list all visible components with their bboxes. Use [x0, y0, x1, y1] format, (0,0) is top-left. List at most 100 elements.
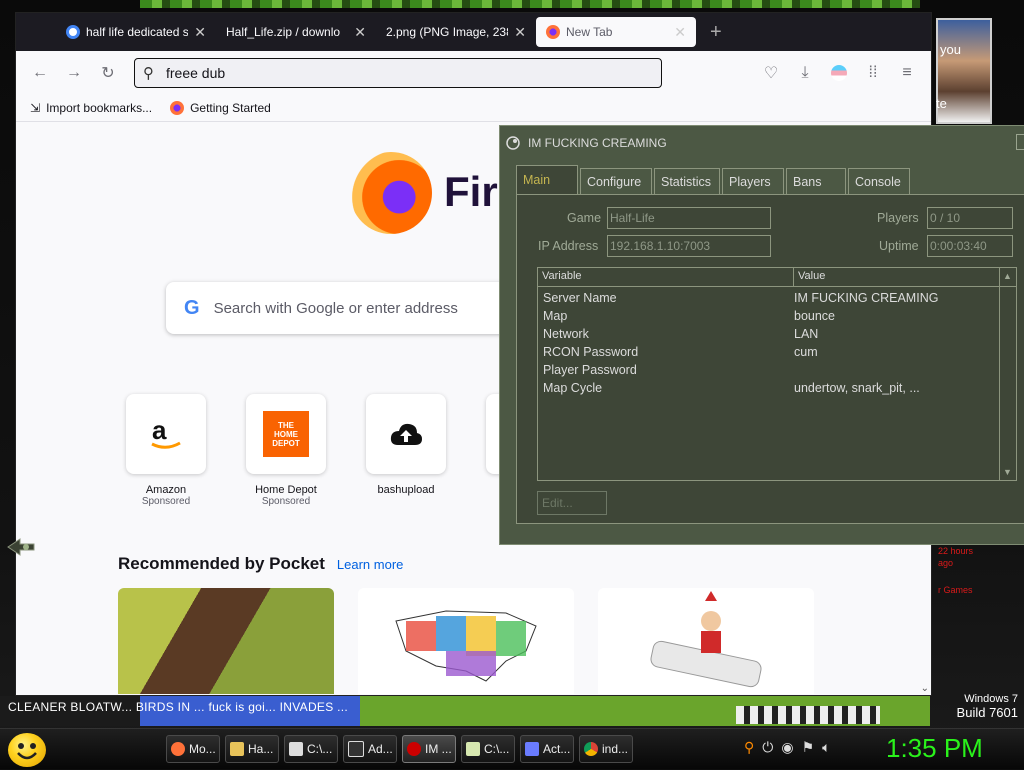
- variable-value: IM FUCKING CREAMING: [794, 291, 939, 305]
- extension-icon[interactable]: ⁞⁞: [859, 59, 887, 87]
- top-site-home-depot[interactable]: THE HOME DEPOT Home Depot Sponsored: [246, 394, 326, 507]
- game-field: Half-Life: [607, 207, 771, 229]
- taskbar-item-firefox[interactable]: Mo...: [166, 735, 220, 763]
- smiley-icon: [17, 743, 37, 760]
- players-label: Players: [877, 211, 919, 225]
- close-icon[interactable]: ✕: [354, 24, 366, 41]
- newtab-search-box[interactable]: G Search with Google or enter address: [166, 282, 526, 334]
- tab-png-image[interactable]: 2.png (PNG Image, 238 × 1 ✕: [376, 13, 536, 51]
- scroll-up-icon[interactable]: ▲: [1003, 271, 1012, 281]
- firefox-logo-icon: [350, 152, 432, 234]
- back-icon[interactable]: ←: [26, 59, 54, 87]
- desktop-banner-strip: [140, 0, 920, 8]
- table-row[interactable]: Map Cycle undertow, snark_pit, ...: [538, 379, 1016, 397]
- learn-more-link[interactable]: Learn more: [337, 557, 403, 572]
- tab-title: half life dedicated serv: [86, 25, 189, 39]
- top-site-amazon[interactable]: a Amazon Sponsored: [126, 394, 206, 507]
- taskbar-item-action-center[interactable]: Act...: [520, 735, 574, 763]
- downloads-icon[interactable]: ⤓: [791, 59, 819, 87]
- uptime-field: 0:00:03:40: [927, 235, 1013, 257]
- bookmark-label: Getting Started: [190, 101, 271, 115]
- network-icon[interactable]: ⏻: [762, 739, 773, 756]
- account-icon[interactable]: [825, 59, 853, 87]
- ip-address-label: IP Address: [538, 239, 599, 253]
- taskbar-item-server[interactable]: IM ...: [402, 735, 456, 763]
- start-button[interactable]: [8, 733, 46, 767]
- variable-name: RCON Password: [543, 345, 639, 359]
- pocket-card-image[interactable]: [358, 588, 574, 694]
- pocket-icon[interactable]: ♡: [757, 59, 785, 87]
- table-scrollbar[interactable]: ▲ ▼: [999, 268, 1016, 480]
- tab-main[interactable]: Main: [516, 165, 578, 194]
- table-row[interactable]: RCON Password cum: [538, 343, 1016, 361]
- command-prompt-icon: [348, 741, 364, 757]
- firefox-icon: [171, 742, 185, 756]
- taskbar-item-cmd[interactable]: Ad...: [343, 735, 397, 763]
- pocket-card-image[interactable]: [598, 588, 814, 694]
- folder-icon: [230, 742, 244, 756]
- address-input[interactable]: [164, 64, 628, 82]
- google-icon: [66, 25, 80, 39]
- menu-icon[interactable]: ≡: [893, 59, 921, 87]
- bookmark-getting-started[interactable]: Getting Started: [170, 101, 271, 115]
- action-center-flag-icon[interactable]: ⚑: [802, 739, 815, 756]
- tab-statistics[interactable]: Statistics: [654, 168, 720, 194]
- windows-build: Build 7601: [956, 705, 1018, 720]
- messenger-icon[interactable]: ◉: [781, 739, 793, 756]
- pocket-card-image[interactable]: [118, 588, 334, 694]
- close-button[interactable]: [1016, 134, 1024, 150]
- tab-players[interactable]: Players: [722, 168, 784, 194]
- table-row[interactable]: Network LAN: [538, 325, 1016, 343]
- desktop-arrow-gadget-icon[interactable]: [6, 537, 36, 557]
- ticker-text: CLEANER BLOATW... BIRDS IN ... fuck is g…: [8, 700, 349, 714]
- taskbar-label: Mo...: [189, 742, 216, 756]
- navigation-toolbar: ← → ↻ ⚲ ♡ ⤓ ⁞⁞ ≡: [16, 51, 931, 95]
- scroll-down-icon[interactable]: ▼: [1003, 467, 1012, 477]
- forward-icon[interactable]: →: [60, 59, 88, 87]
- column-header-variable[interactable]: Variable: [538, 268, 794, 286]
- taskbar-item-notepad[interactable]: C:\...: [461, 735, 515, 763]
- cloud-upload-icon: [366, 394, 446, 474]
- taskbar-item-folder[interactable]: Ha...: [225, 735, 279, 763]
- firefox-icon: [170, 101, 185, 115]
- reload-icon[interactable]: ↻: [94, 59, 122, 87]
- address-bar[interactable]: ⚲: [134, 58, 662, 88]
- close-icon[interactable]: ✕: [514, 24, 526, 41]
- search-icon[interactable]: ⚲: [744, 739, 754, 756]
- scroll-down-icon[interactable]: ⌄: [921, 683, 929, 694]
- tab-half-life-search[interactable]: half life dedicated serv ✕: [56, 13, 216, 51]
- half-life-icon: [407, 742, 421, 756]
- window-titlebar[interactable]: IM FUCKING CREAMING: [500, 126, 1024, 160]
- svg-text:a: a: [152, 417, 167, 445]
- taskbar: Mo... Ha... C:\... Ad... IM ... C:\... A…: [0, 728, 1024, 769]
- tab-configure[interactable]: Configure: [580, 168, 652, 194]
- taskbar-item-chrome[interactable]: ind...: [579, 735, 633, 763]
- tab-console[interactable]: Console: [848, 168, 910, 194]
- taskbar-label: C:\...: [307, 742, 333, 756]
- column-header-value[interactable]: Value: [794, 268, 1000, 286]
- taskbar-item-7zip[interactable]: C:\...: [284, 735, 338, 763]
- uptime-label: Uptime: [879, 239, 919, 253]
- top-site-sponsored: Sponsored: [261, 496, 311, 507]
- server-variables-table[interactable]: Variable Value Server Name IM FUCKING CRE…: [537, 267, 1017, 481]
- tab-title: Half_Life.zip / downlo: [226, 25, 341, 39]
- speaker-icon[interactable]: 🔈︎: [822, 739, 830, 756]
- variable-value: cum: [794, 345, 818, 359]
- clock[interactable]: 1:35 PM: [886, 733, 983, 764]
- close-icon[interactable]: ✕: [194, 24, 206, 41]
- close-icon[interactable]: ✕: [674, 24, 686, 41]
- search-icon: ⚲: [143, 65, 154, 82]
- top-site-bashupload[interactable]: bashupload: [366, 394, 446, 507]
- new-tab-button[interactable]: +: [696, 13, 736, 51]
- table-row[interactable]: Map bounce: [538, 307, 1016, 325]
- taskbar-label: Act...: [543, 742, 571, 756]
- table-row[interactable]: Player Password: [538, 361, 1016, 379]
- top-site-name: Amazon: [145, 484, 187, 496]
- tab-new-tab[interactable]: New Tab ✕: [536, 17, 696, 47]
- table-row[interactable]: Server Name IM FUCKING CREAMING: [538, 289, 1016, 307]
- pocket-heading: Recommended by Pocket: [118, 554, 325, 573]
- tab-bans[interactable]: Bans: [786, 168, 846, 194]
- tab-half-life-zip[interactable]: Half_Life.zip / downlo ✕: [216, 13, 376, 51]
- edit-button[interactable]: Edit...: [537, 491, 607, 515]
- bookmark-import[interactable]: ⇲ Import bookmarks...: [30, 101, 152, 115]
